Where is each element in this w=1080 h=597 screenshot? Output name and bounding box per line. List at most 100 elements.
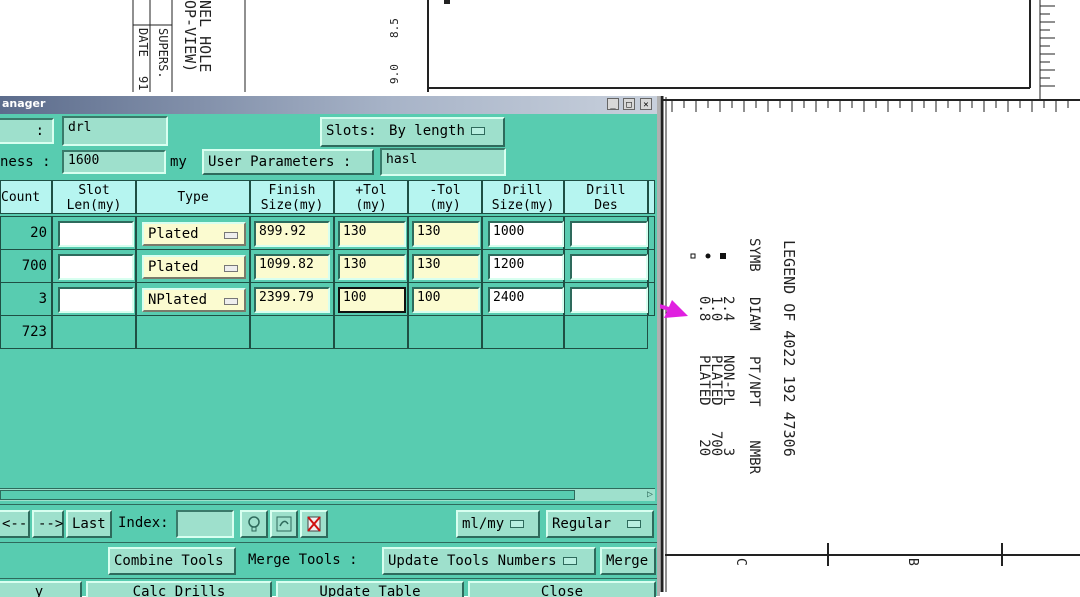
navigation-toolbar: <-- --> Last Index: ml/my Regular: [0, 504, 657, 543]
des-cell: [564, 249, 648, 283]
dropdown-icon: [224, 265, 238, 272]
finish-cell: 899.92: [250, 216, 334, 250]
header-count: Count: [0, 180, 52, 214]
output-name-field[interactable]: drl: [62, 116, 168, 146]
minus-tol-input[interactable]: 130: [412, 254, 480, 280]
table-row: 20: [0, 216, 52, 250]
minimize-icon[interactable]: _: [607, 98, 619, 110]
merge-button[interactable]: Merge: [600, 547, 656, 575]
close-button[interactable]: Close: [468, 581, 656, 597]
dropdown-icon: [224, 298, 238, 305]
drawing-date-value: 91: [136, 76, 150, 91]
scrollbar-thumb[interactable]: [0, 490, 575, 500]
last-button[interactable]: Last: [66, 510, 112, 538]
mode-dropdown[interactable]: Regular: [546, 510, 654, 538]
drill-manager-window: anager _ □ ✕ : drl Slots: By length ness…: [0, 96, 660, 597]
total-row: 723: [0, 315, 52, 349]
count-cell: 3: [38, 291, 47, 307]
user-parameters-field[interactable]: hasl: [380, 148, 506, 176]
slot-len-cell: [52, 249, 136, 283]
action-button-1[interactable]: y: [0, 581, 82, 597]
dropdown-icon: [470, 127, 485, 135]
finish-cell: 2399.79: [250, 282, 334, 316]
total-count: 723: [21, 324, 47, 340]
combine-tools-button[interactable]: Combine Tools: [108, 547, 236, 575]
header-drill-des: Drill Des: [564, 180, 648, 214]
lightbulb-icon[interactable]: [240, 510, 268, 538]
minus-tol-input[interactable]: 130: [412, 221, 480, 247]
row1-label: :: [35, 123, 44, 139]
total-cell: [250, 315, 334, 349]
user-parameters-button[interactable]: User Parameters :: [202, 149, 374, 175]
drill-size-input[interactable]: 1200: [488, 254, 564, 280]
dropdown-icon: [510, 520, 525, 528]
slots-value: By length: [389, 123, 465, 139]
type-value: Plated: [148, 259, 199, 275]
legend-title: LEGEND OF 4022 192 47306: [780, 240, 798, 457]
header-plus-tol: +Tol (my): [334, 180, 408, 214]
table-row: 3: [0, 282, 52, 316]
finish-size-input[interactable]: 899.92: [254, 221, 330, 247]
header-minus-tol: -Tol (my): [408, 180, 482, 214]
delete-icon[interactable]: [300, 510, 328, 538]
thickness-label: ness :: [0, 154, 51, 170]
type-dropdown[interactable]: NPlated: [142, 288, 246, 312]
grid-label-c: C: [733, 558, 748, 566]
maximize-icon[interactable]: □: [623, 98, 635, 110]
ntol-cell: 130: [408, 216, 482, 250]
units-value: ml/my: [462, 516, 505, 532]
overflow-cell: [648, 249, 655, 283]
slot-len-input[interactable]: [58, 254, 134, 280]
update-tools-numbers-dropdown[interactable]: Update Tools Numbers: [382, 547, 596, 575]
window-title: anager: [2, 97, 46, 110]
slots-dropdown[interactable]: By length: [389, 119, 485, 143]
des-cell: [564, 216, 648, 250]
horizontal-scrollbar[interactable]: ▷: [0, 488, 655, 501]
grid-label-b: B: [905, 558, 920, 566]
row1-label-box: :: [0, 118, 54, 144]
scroll-right-icon[interactable]: ▷: [647, 489, 653, 500]
count-cell: 700: [21, 258, 47, 274]
finish-size-input[interactable]: 2399.79: [254, 287, 330, 313]
drill-size-input[interactable]: 2400: [488, 287, 564, 313]
units-dropdown[interactable]: ml/my: [456, 510, 540, 538]
slot-len-input[interactable]: [58, 221, 134, 247]
drill-des-input[interactable]: [570, 254, 648, 280]
count-cell: 20: [30, 225, 47, 241]
slot-len-input[interactable]: [58, 287, 134, 313]
plus-tol-input[interactable]: 130: [338, 221, 406, 247]
total-cell: [482, 315, 564, 349]
ptol-cell: 130: [334, 216, 408, 250]
prev-button[interactable]: <--: [0, 510, 30, 538]
title-bar[interactable]: anager _ □ ✕: [0, 96, 657, 114]
close-icon[interactable]: ✕: [640, 98, 652, 110]
plus-tol-input[interactable]: 100: [338, 287, 406, 313]
drill-size-input[interactable]: 1000: [488, 221, 564, 247]
legend-row-3: 0.8 PLATED 20: [696, 296, 712, 457]
finish-size-input[interactable]: 1099.82: [254, 254, 330, 280]
minus-tol-input[interactable]: 100: [412, 287, 480, 313]
index-input[interactable]: [176, 510, 234, 538]
plus-tol-input[interactable]: 130: [338, 254, 406, 280]
mode-value: Regular: [552, 516, 612, 532]
total-cell: [564, 315, 648, 349]
type-cell: Plated: [136, 249, 250, 283]
thickness-field[interactable]: 1600: [62, 150, 166, 174]
slots-control: Slots: By length: [320, 117, 505, 147]
drill-des-input[interactable]: [570, 287, 648, 313]
drill-cell: 2400: [482, 282, 564, 316]
drawing-title-1: NEL HOLE: [196, 0, 214, 73]
update-table-button[interactable]: Update Table: [276, 581, 464, 597]
calc-drills-button[interactable]: Calc Drills: [86, 581, 272, 597]
next-button[interactable]: -->: [32, 510, 64, 538]
ntol-cell: 130: [408, 249, 482, 283]
type-dropdown[interactable]: Plated: [142, 222, 246, 246]
dropdown-icon: [627, 520, 642, 528]
type-dropdown[interactable]: Plated: [142, 255, 246, 279]
overflow-cell: [648, 282, 655, 316]
refresh-icon[interactable]: [270, 510, 298, 538]
drill-des-input[interactable]: [570, 221, 648, 247]
header-finish-size: Finish Size(my): [250, 180, 334, 214]
tools-toolbar: Combine Tools Merge Tools : Update Tools…: [0, 542, 657, 579]
legend-columns: SYMB DIAM PT/NPT NMBR: [746, 238, 762, 475]
